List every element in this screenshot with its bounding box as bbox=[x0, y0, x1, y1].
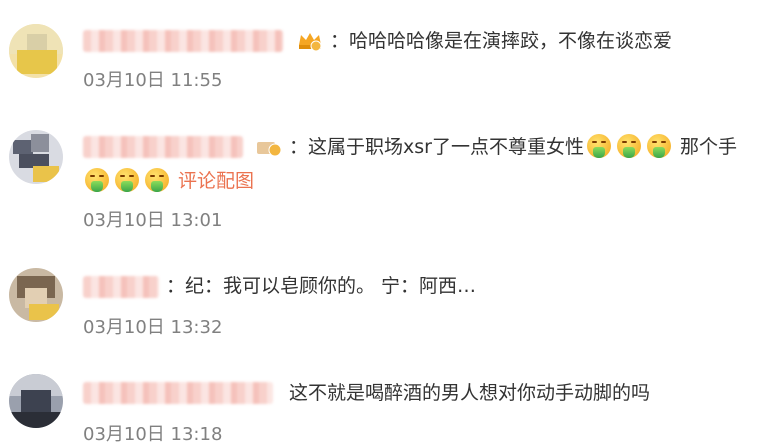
view-image-link[interactable]: 评论配图 bbox=[178, 170, 254, 192]
vomit-face-icon bbox=[616, 134, 641, 158]
vomit-face-icon bbox=[85, 168, 109, 192]
crown-badge-icon bbox=[296, 30, 324, 52]
vomit-face-icon bbox=[145, 168, 169, 192]
comment-text-line2: 评论配图 bbox=[82, 168, 254, 194]
username[interactable] bbox=[83, 30, 283, 52]
comment-time: 03月10日 13:18 bbox=[83, 424, 223, 445]
comment-time: 03月10日 11:55 bbox=[83, 70, 223, 91]
username[interactable] bbox=[83, 136, 243, 158]
username[interactable] bbox=[83, 276, 159, 298]
comment-time: 03月10日 13:32 bbox=[83, 317, 223, 338]
username[interactable] bbox=[83, 382, 273, 404]
vomit-face-icon bbox=[586, 134, 611, 158]
user-avatar[interactable] bbox=[9, 130, 63, 184]
crown-badge-icon bbox=[255, 136, 283, 158]
vomit-face-icon bbox=[115, 168, 139, 192]
comment-text: ：纪：我可以皂顾你的。 宁：阿西… bbox=[166, 275, 477, 297]
comment-time: 03月10日 13:01 bbox=[83, 210, 223, 231]
user-avatar[interactable] bbox=[9, 24, 63, 78]
comment-text-part: ：这属于职场xsr了一点不尊重女性 bbox=[289, 136, 584, 158]
comment-text-part: 那个手 bbox=[680, 136, 738, 158]
comment-text: ：哈哈哈哈像是在演摔跤，不像在谈恋爱 bbox=[330, 30, 673, 52]
user-avatar[interactable] bbox=[9, 374, 63, 428]
comment-text: ：这属于职场xsr了一点不尊重女性 那个手 bbox=[289, 134, 737, 160]
comment-text: 这不就是喝醉酒的男人想对你动手动脚的吗 bbox=[289, 382, 651, 404]
user-avatar[interactable] bbox=[9, 268, 63, 322]
vomit-face-icon bbox=[646, 134, 671, 158]
